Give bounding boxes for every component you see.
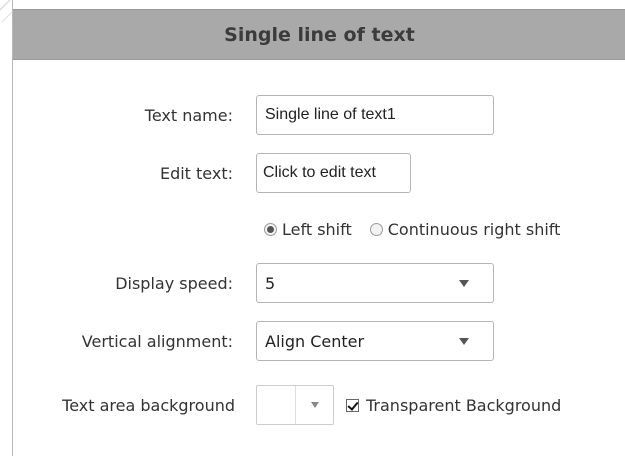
background-color-picker[interactable]: [256, 385, 334, 425]
radio-left-shift-dot[interactable]: [264, 223, 277, 236]
vertical-alignment-value: Align Center: [265, 331, 365, 351]
properties-dialog: Single line of text Text name: Single li…: [12, 0, 625, 456]
display-speed-value: 5: [265, 273, 276, 293]
dialog-header: Single line of text: [13, 9, 625, 60]
vertical-alignment-select[interactable]: Align Center: [256, 321, 494, 361]
display-speed-label: Display speed:: [115, 274, 233, 293]
text-area-background-label: Text area background: [62, 396, 235, 415]
transparent-background-option[interactable]: Transparent Background: [346, 396, 561, 415]
radio-left-shift-label: Left shift: [282, 220, 352, 239]
edit-text-label: Edit text:: [159, 164, 233, 183]
color-swatch[interactable]: [257, 386, 296, 424]
transparent-background-checkbox[interactable]: [346, 399, 359, 412]
radio-continuous-right-shift[interactable]: Continuous right shift: [369, 220, 561, 239]
scroll-mode-group: Left shift Continuous right shift: [264, 220, 578, 239]
text-name-label: Text name:: [144, 106, 233, 125]
chevron-down-icon: [459, 279, 469, 287]
text-name-input[interactable]: Single line of text1: [256, 95, 494, 135]
chevron-down-icon: [310, 402, 319, 408]
edit-text-button[interactable]: Click to edit text: [256, 153, 411, 193]
display-speed-select[interactable]: 5: [256, 263, 494, 303]
dialog-title: Single line of text: [224, 23, 415, 46]
radio-continuous-right-shift-dot[interactable]: [369, 223, 383, 236]
transparent-background-label: Transparent Background: [366, 396, 562, 415]
radio-left-shift[interactable]: Left shift: [264, 220, 352, 239]
chevron-down-icon: [459, 337, 469, 345]
vertical-alignment-label: Vertical alignment:: [81, 332, 233, 351]
radio-continuous-right-shift-label: Continuous right shift: [387, 220, 561, 239]
color-dropdown-button[interactable]: [296, 386, 333, 424]
